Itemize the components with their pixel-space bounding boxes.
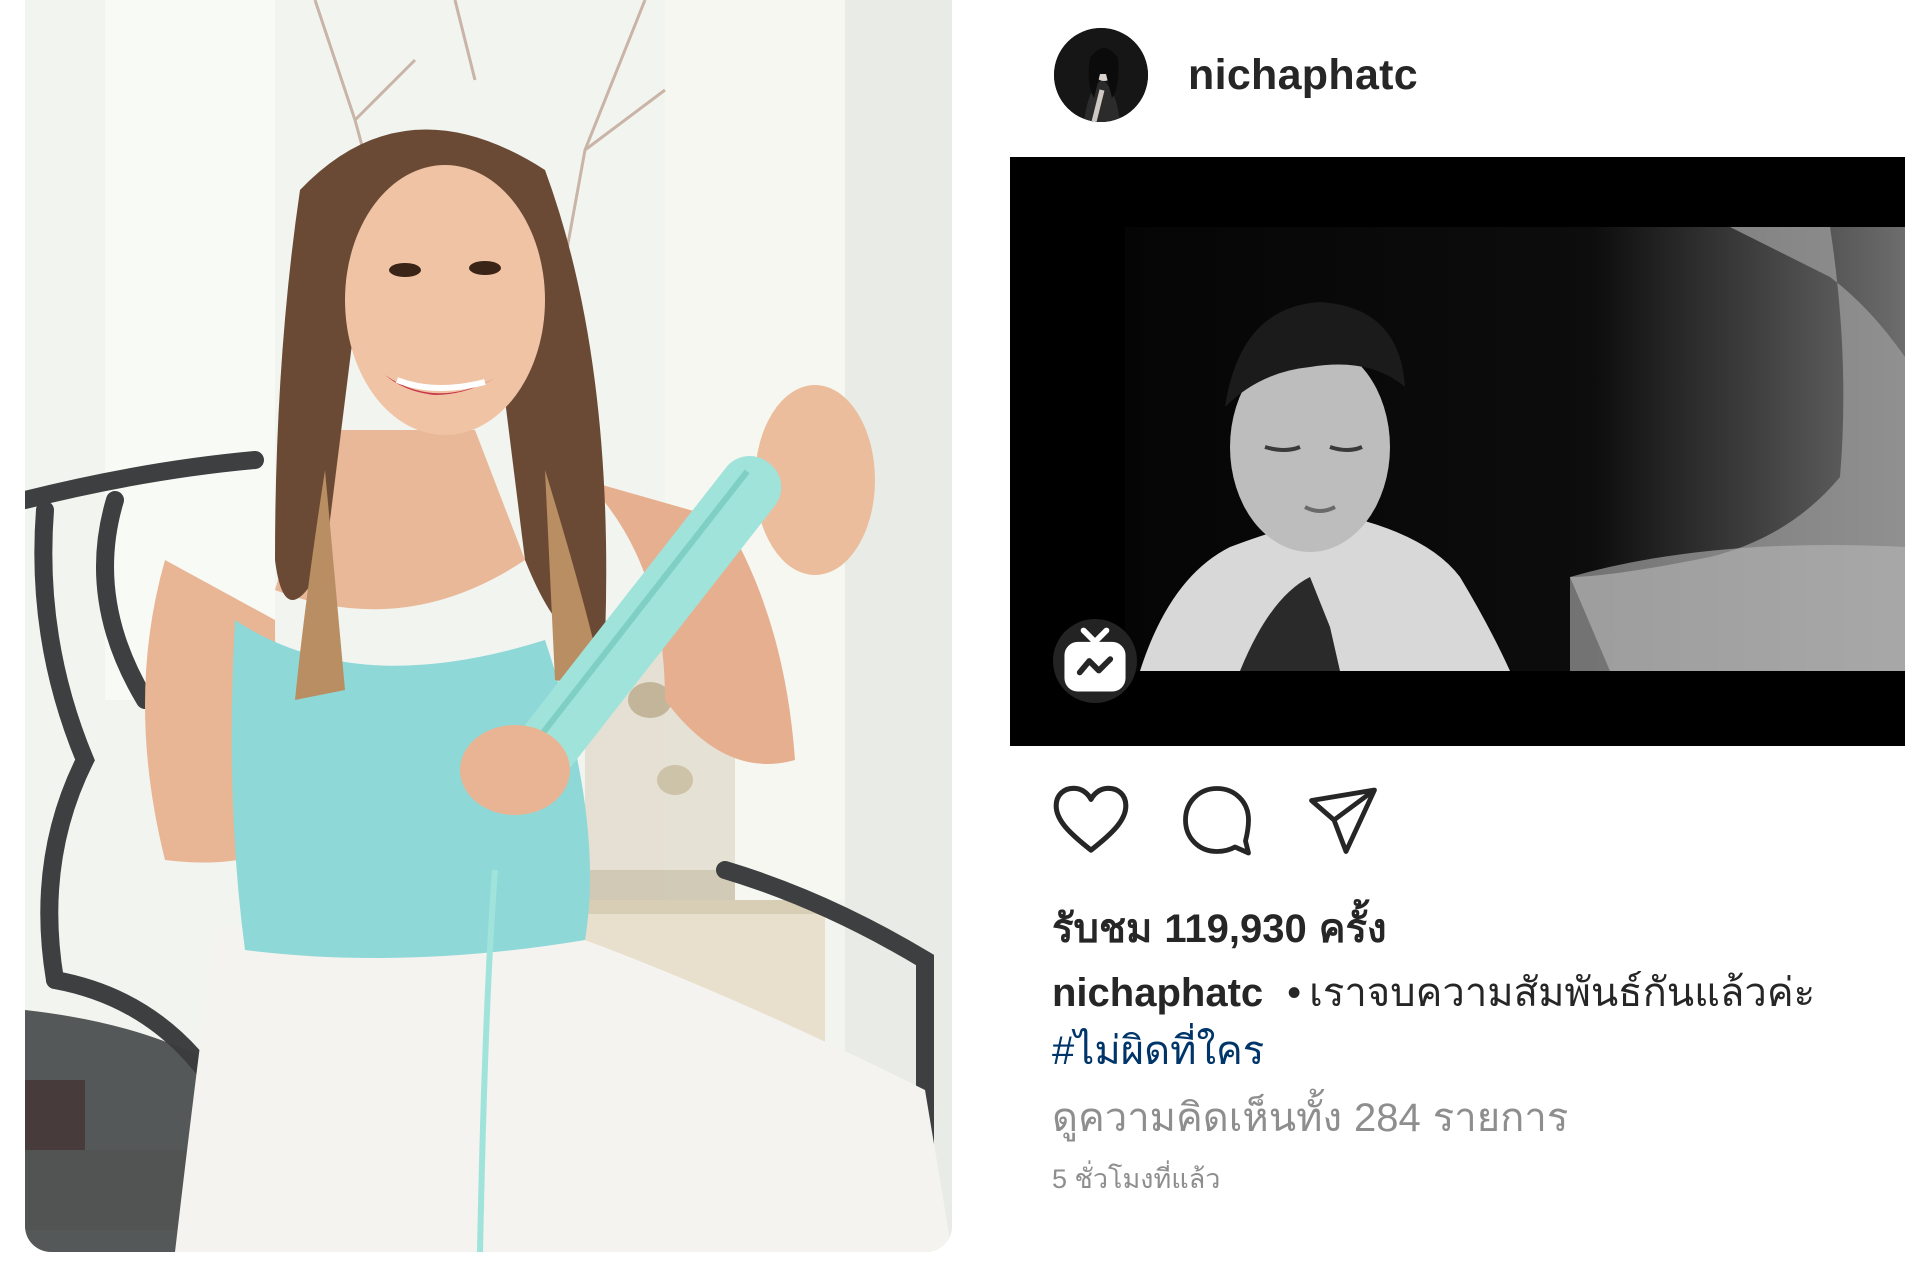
caption-hashtag[interactable]: #ไม่ผิดที่ใคร: [1052, 1018, 1264, 1082]
post-timestamp: 5 ชั่วโมงที่แล้ว: [1052, 1164, 1221, 1194]
views-suffix: ครั้ง: [1318, 907, 1387, 951]
caption-username[interactable]: nichaphatc: [1052, 971, 1263, 1015]
comments-suffix: รายการ: [1432, 1096, 1569, 1140]
post-header: nichaphatc: [1054, 28, 1418, 122]
igtv-icon[interactable]: [1053, 619, 1137, 703]
comments-count: 284: [1354, 1096, 1421, 1140]
post-username[interactable]: nichaphatc: [1188, 51, 1418, 100]
profile-avatar[interactable]: [1054, 28, 1148, 122]
paper-plane-icon: [1309, 787, 1377, 854]
promo-photo: [25, 0, 952, 1252]
view-all-comments-link[interactable]: ดูความคิดเห็นทั้ง 284 รายการ: [1052, 1085, 1580, 1149]
caption-separator: •: [1287, 971, 1302, 1015]
post-caption: nichaphatc • เราจบความสัมพันธ์กันแล้วค่ะ: [1052, 960, 1815, 1024]
heart-icon: [1053, 785, 1129, 853]
video-frame-image: [1010, 157, 1905, 746]
like-button[interactable]: [1052, 782, 1130, 858]
igtv-video[interactable]: [1010, 157, 1905, 746]
views-prefix: รับชม: [1052, 907, 1153, 951]
comment-icon: [1183, 786, 1251, 856]
comment-button[interactable]: [1178, 782, 1256, 858]
view-count: รับชม 119,930 ครั้ง: [1052, 896, 1399, 960]
woman-with-hair-straightener-image: [25, 0, 952, 1252]
caption-text: เราจบความสัมพันธ์กันแล้วค่ะ: [1309, 971, 1816, 1015]
avatar-image: [1054, 28, 1148, 122]
views-number: 119,930: [1164, 907, 1307, 951]
comments-prefix: ดูความคิดเห็นทั้ง: [1052, 1096, 1343, 1140]
post-actions: [1052, 782, 1430, 858]
share-button[interactable]: [1304, 782, 1382, 858]
